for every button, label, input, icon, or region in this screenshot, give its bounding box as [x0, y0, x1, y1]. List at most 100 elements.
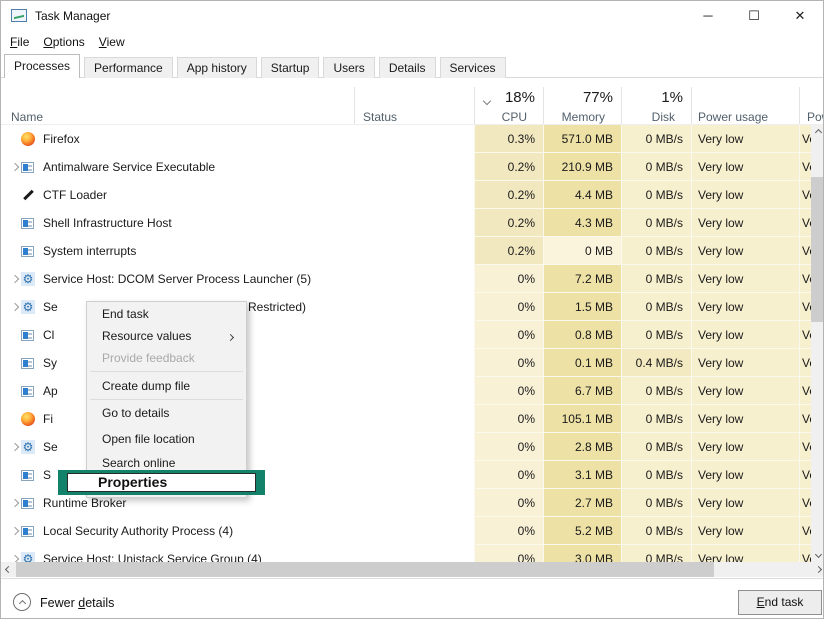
column-header-name[interactable]: Name	[11, 110, 43, 124]
disk-cell: 0 MB/s	[621, 153, 691, 181]
scroll-up-button[interactable]	[811, 125, 824, 140]
cpu-cell: 0%	[474, 405, 543, 433]
column-header-power-trend[interactable]: Pow	[807, 110, 824, 124]
cpu-cell: 0%	[474, 321, 543, 349]
window-icon	[21, 358, 43, 369]
disk-cell: 0 MB/s	[621, 209, 691, 237]
scroll-down-button[interactable]	[811, 547, 824, 562]
disk-cell: 0 MB/s	[621, 237, 691, 265]
power-usage-cell: Very low	[691, 125, 799, 153]
column-separator[interactable]	[691, 87, 692, 125]
scroll-right-button[interactable]	[811, 562, 824, 577]
menu-file[interactable]: File	[3, 33, 36, 51]
memory-cell: 7.2 MB	[543, 265, 621, 293]
minimize-button[interactable]: ─	[685, 1, 731, 31]
status-cell	[354, 209, 474, 237]
firefox-icon	[21, 412, 43, 426]
tab-details[interactable]: Details	[379, 57, 436, 78]
vertical-scrollbar-thumb[interactable]	[811, 177, 824, 322]
vertical-scrollbar[interactable]	[811, 125, 824, 562]
fewer-details-toggle[interactable]: Fewer details	[40, 596, 114, 610]
process-row[interactable]: Firefox0.3%571.0 MB0 MB/sVery lowVe	[1, 125, 824, 153]
power-usage-cell: Very low	[691, 377, 799, 405]
maximize-button[interactable]: ☐	[731, 1, 777, 31]
expand-chevron-icon[interactable]	[1, 500, 21, 506]
status-cell	[354, 153, 474, 181]
expand-chevron-icon[interactable]	[1, 304, 21, 310]
tab-services[interactable]: Services	[440, 57, 506, 78]
fewer-details-icon[interactable]	[13, 593, 31, 611]
horizontal-scrollbar-thumb[interactable]	[16, 562, 714, 577]
expand-chevron-icon[interactable]	[1, 444, 21, 450]
column-separator[interactable]	[799, 87, 800, 125]
context-menu-item-resource-values[interactable]: Resource values	[88, 325, 245, 347]
status-cell	[354, 517, 474, 545]
context-menu-item-properties[interactable]: Properties	[67, 473, 256, 492]
power-trend-cell: Ve	[799, 321, 811, 349]
process-name-suffix: Restricted)	[248, 293, 306, 321]
column-header-memory[interactable]: Memory	[543, 110, 613, 124]
power-trend-cell: Ve	[799, 433, 811, 461]
process-name-cell: Firefox	[1, 125, 354, 153]
close-button[interactable]: ✕	[777, 1, 823, 31]
expand-chevron-icon[interactable]	[1, 528, 21, 534]
cpu-cell: 0.2%	[474, 237, 543, 265]
disk-cell: 0 MB/s	[621, 433, 691, 461]
window-icon	[21, 246, 43, 257]
window-icon	[21, 526, 43, 537]
context-menu-item-go-to-details[interactable]: Go to details	[88, 401, 245, 425]
menu-view[interactable]: View	[92, 33, 132, 51]
tabbar: ProcessesPerformanceApp historyStartupUs…	[4, 55, 510, 78]
memory-cell: 0 MB	[543, 237, 621, 265]
tab-processes[interactable]: Processes	[4, 54, 80, 78]
cpu-cell: 0.2%	[474, 209, 543, 237]
context-menu-item-create-dump-file[interactable]: Create dump file	[88, 374, 245, 398]
process-row[interactable]: ⚙Service Host: DCOM Server Process Launc…	[1, 265, 824, 293]
power-trend-cell: Ve	[799, 153, 811, 181]
power-usage-cell: Very low	[691, 433, 799, 461]
menubar: FileOptionsView	[3, 31, 132, 52]
cpu-total-percent: 18%	[474, 89, 535, 106]
cpu-cell: 0%	[474, 349, 543, 377]
process-row[interactable]: Shell Infrastructure Host0.2%4.3 MB0 MB/…	[1, 209, 824, 237]
tab-app-history[interactable]: App history	[177, 57, 257, 78]
expand-chevron-icon[interactable]	[1, 276, 21, 282]
power-usage-cell: Very low	[691, 321, 799, 349]
column-header-status[interactable]: Status	[363, 110, 397, 124]
submenu-arrow-icon	[228, 329, 233, 343]
tab-users[interactable]: Users	[323, 57, 374, 78]
disk-cell: 0 MB/s	[621, 405, 691, 433]
process-name: Se	[43, 433, 58, 461]
end-task-button[interactable]: End task	[738, 590, 822, 615]
memory-cell: 0.1 MB	[543, 349, 621, 377]
power-trend-cell: Ve	[799, 461, 811, 489]
horizontal-scrollbar[interactable]	[1, 562, 824, 577]
process-name: S	[43, 461, 51, 489]
process-name: Fi	[43, 405, 53, 433]
expand-chevron-icon[interactable]	[1, 164, 21, 170]
process-row[interactable]: ⚙Service Host: Unistack Service Group (4…	[1, 545, 824, 562]
status-cell	[354, 125, 474, 153]
memory-cell: 2.7 MB	[543, 489, 621, 517]
cpu-cell: 0.2%	[474, 153, 543, 181]
pen-icon	[21, 188, 43, 202]
process-name-cell: CTF Loader	[1, 181, 354, 209]
context-menu-item-open-file-location[interactable]: Open file location	[88, 427, 245, 451]
process-name-cell: Shell Infrastructure Host	[1, 209, 354, 237]
column-separator[interactable]	[354, 87, 355, 125]
process-row[interactable]: System interrupts0.2%0 MB0 MB/sVery lowV…	[1, 237, 824, 265]
power-usage-cell: Very low	[691, 265, 799, 293]
process-row[interactable]: CTF Loader0.2%4.4 MB0 MB/sVery lowVe	[1, 181, 824, 209]
column-header-disk[interactable]: Disk	[621, 110, 683, 124]
menu-options[interactable]: Options	[36, 33, 91, 51]
disk-cell: 0 MB/s	[621, 461, 691, 489]
tab-startup[interactable]: Startup	[261, 57, 320, 78]
process-row[interactable]: Local Security Authority Process (4)0%5.…	[1, 517, 824, 545]
scroll-left-button[interactable]	[1, 562, 15, 577]
process-row[interactable]: Antimalware Service Executable0.2%210.9 …	[1, 153, 824, 181]
tab-performance[interactable]: Performance	[84, 57, 173, 78]
column-header-power-usage[interactable]: Power usage	[698, 110, 768, 124]
context-menu-item-end-task[interactable]: End task	[88, 303, 245, 325]
status-cell	[354, 237, 474, 265]
column-header-cpu[interactable]: CPU	[474, 110, 535, 124]
